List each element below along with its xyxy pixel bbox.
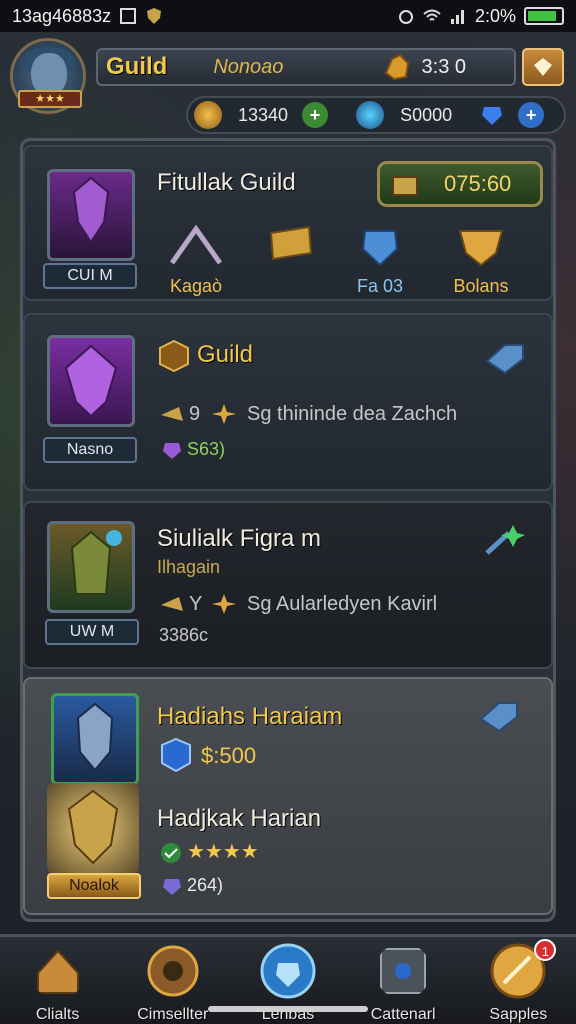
tag-icon-2[interactable] xyxy=(477,699,521,733)
guild-portrait-label-5: Noalok xyxy=(47,873,141,899)
nav-label-5: Sapples xyxy=(489,1006,548,1023)
notification-badge: 1 xyxy=(534,939,557,961)
guild-amount-value: 075:60 xyxy=(444,171,512,196)
guild-card-value-4: $:500 xyxy=(201,743,257,768)
reward-item-4[interactable]: Bolans xyxy=(443,223,519,297)
battery-icon xyxy=(524,7,564,25)
warrior-icon xyxy=(76,702,114,772)
currency-2-value: S0000 xyxy=(400,104,453,125)
guild-card-4[interactable]: Hadiahs Haraiam $:500 Noalok Hadjkak Har… xyxy=(23,677,553,915)
horn-icon-2 xyxy=(161,597,183,611)
guild-card-stars: ★★★★ xyxy=(187,841,259,863)
compass-icon xyxy=(147,945,199,997)
home-icon xyxy=(36,949,79,994)
guild-card-3[interactable]: UW M Siulialk Figra m Ilhagain Y Sg Aula… xyxy=(23,501,553,669)
guild-portrait-4 xyxy=(51,693,139,785)
crystal-orb-icon xyxy=(260,943,316,999)
add-currency-2-button[interactable]: + xyxy=(518,102,545,128)
gold-value: 3:3 0 xyxy=(421,55,466,78)
reward-label-3: Fa 03 xyxy=(356,276,404,296)
shield-badge-icon xyxy=(161,737,191,773)
signal-icon xyxy=(450,10,464,24)
guild-card-line-prefix-2: 9 xyxy=(189,403,201,425)
add-gold-button[interactable] xyxy=(522,48,564,86)
battery-percent: 2:0% xyxy=(474,5,516,26)
guild-card-value-2: S63) xyxy=(187,439,226,459)
coin-icon xyxy=(194,101,222,129)
horn-icon xyxy=(161,407,183,421)
status-time: 13ag46883z xyxy=(12,5,112,26)
nav-label-4: Cattenarl xyxy=(370,1006,436,1023)
gem-icon xyxy=(482,107,503,125)
guild-emblem-icon xyxy=(159,339,189,373)
tag-icon[interactable] xyxy=(483,341,527,375)
header: ★★★ Guild Nonoao 3:3 0 13340 + S0000 + xyxy=(0,34,576,134)
sapphire-icon xyxy=(163,879,181,895)
reward-label-4: Bolans xyxy=(453,276,509,296)
knight-icon xyxy=(72,176,110,244)
wand-icon[interactable] xyxy=(483,523,527,557)
crystal-icon xyxy=(361,230,399,267)
amethyst-icon xyxy=(163,443,181,459)
guild-portrait-5 xyxy=(47,783,139,873)
diamond-icon xyxy=(534,58,552,76)
orb-icon xyxy=(356,101,385,129)
guild-portrait-label-3: UW M xyxy=(45,619,139,645)
gold-bar-icon xyxy=(269,225,313,261)
nav-item-chats[interactable]: Clialts xyxy=(8,937,108,1024)
vault-icon xyxy=(380,948,427,994)
image-icon xyxy=(120,8,137,24)
guild-amount-box[interactable]: 075:60 xyxy=(377,161,543,207)
page-title: Guild xyxy=(106,53,168,80)
guild-card-2[interactable]: Nasno Guild 9 Sg thininde dea Zachch S63… xyxy=(23,313,553,491)
currency-bar: 13340 + S0000 + xyxy=(186,96,566,134)
home-indicator[interactable] xyxy=(208,1006,368,1012)
guild-card-title-5: Hadjkak Harian xyxy=(157,805,322,832)
spark-icon-2 xyxy=(212,594,236,614)
nav-item-supplies[interactable]: 1 Sapples xyxy=(468,937,568,1024)
shield-icon xyxy=(147,8,162,24)
nav-label-1: Clialts xyxy=(35,1006,80,1023)
guild-card-line-2: Sg thininde dea Zachch xyxy=(247,403,458,425)
golden-helm-icon xyxy=(67,789,119,865)
spark-icon xyxy=(212,404,236,424)
weapons-icon xyxy=(169,224,223,265)
guild-card-line-3: Sg Aularledyen Kavirl xyxy=(247,593,438,615)
guild-portrait-3 xyxy=(47,521,135,613)
guild-card-1[interactable]: CUI M Fitullak Guild 075:60 Kagaò Fa 03 … xyxy=(23,145,553,301)
status-bar: 13ag46883z 2:0% xyxy=(0,0,576,32)
guild-card-title-4: Hadiahs Haraiam xyxy=(157,703,343,730)
reward-item-3[interactable]: Fa 03 xyxy=(345,223,415,297)
chest-icon xyxy=(392,176,418,196)
guild-title-bar: Guild Nonoao 3:3 0 xyxy=(96,48,516,86)
guild-card-subtitle-3: Ilhagain xyxy=(157,557,221,577)
guild-portrait-1 xyxy=(47,169,135,261)
check-badge-icon xyxy=(161,843,181,863)
dragon-icon xyxy=(64,344,118,418)
reward-item-2[interactable] xyxy=(255,223,325,272)
guild-card-line-prefix-3: Y xyxy=(189,593,203,615)
guild-subtitle: Nonoao xyxy=(213,55,284,78)
guild-card-title-3: Siulialk Figra m xyxy=(157,525,322,552)
druid-icon xyxy=(70,530,122,595)
reward-item-1[interactable]: Kagaò xyxy=(153,223,239,297)
add-currency-1-button[interactable]: + xyxy=(302,102,329,128)
guild-portrait-label-2: Nasno xyxy=(43,437,137,463)
wifi-icon xyxy=(423,9,441,21)
currency-1-value: 13340 xyxy=(238,104,289,125)
guild-card-title-1: Fitullak Guild xyxy=(157,169,296,196)
guild-panel: CUI M Fitullak Guild 075:60 Kagaò Fa 03 … xyxy=(20,138,556,922)
gold-icon xyxy=(384,53,409,81)
guild-portrait-2 xyxy=(47,335,135,427)
alarm-icon xyxy=(398,10,413,24)
guild-portrait-label-1: CUI M xyxy=(43,263,137,289)
guild-card-value-5: 264) xyxy=(187,875,224,895)
treasure-icon xyxy=(458,230,504,267)
guild-card-value-3: 3386c xyxy=(159,625,209,645)
reward-label-1: Kagaò xyxy=(169,276,223,296)
nav-item-container[interactable]: Cattenarl xyxy=(353,937,453,1024)
guild-card-title-2: Guild xyxy=(197,341,254,368)
avatar-rank-badge: ★★★ xyxy=(18,90,82,108)
